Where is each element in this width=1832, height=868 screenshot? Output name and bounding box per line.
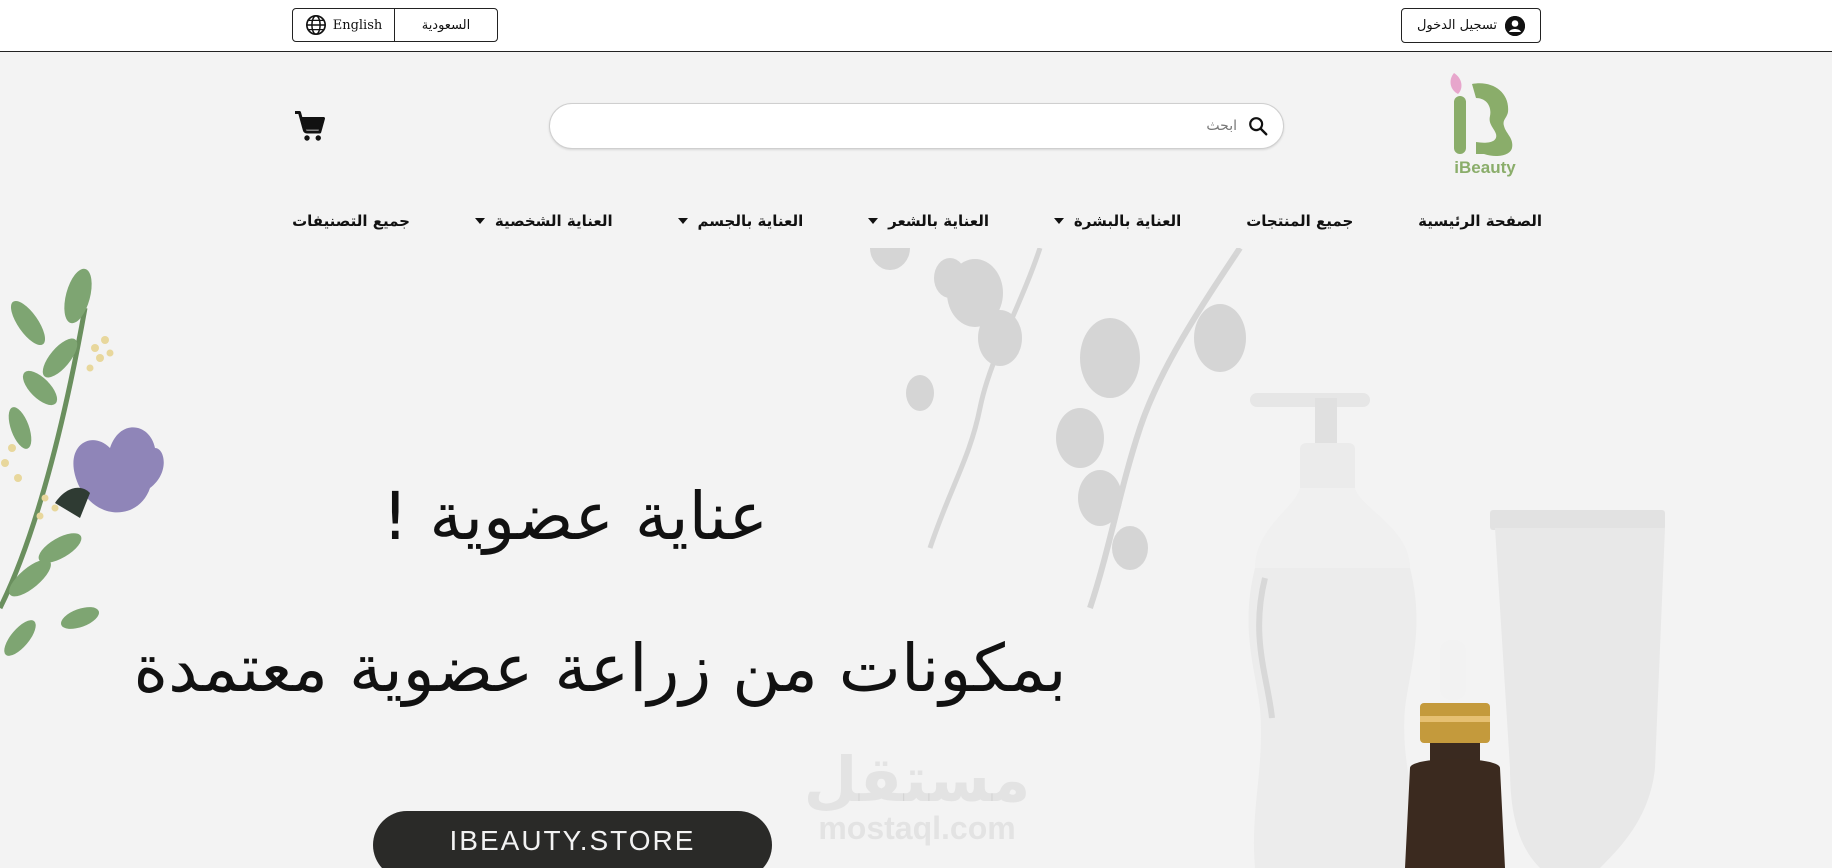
store-button[interactable]: IBEAUTY.STORE <box>373 811 772 868</box>
nav-label: جميع المنتجات <box>1246 212 1354 230</box>
watermark-arabic: مستقل <box>803 743 1031 816</box>
nav-item-body-care[interactable]: العناية بالجسم <box>677 212 804 230</box>
nav-label: الصفحة الرئيسية <box>1418 212 1542 230</box>
top-bar: English السعودية تسجيل الدخول <box>0 0 1832 52</box>
watermark-english: mostaql.com <box>818 810 1016 846</box>
nav-label: جميع التصنيفات <box>292 212 410 230</box>
caret-down-icon <box>474 218 485 224</box>
search-icon[interactable] <box>1247 115 1269 137</box>
caret-down-icon <box>1053 218 1064 224</box>
nav-item-home[interactable]: الصفحة الرئيسية <box>1418 212 1542 230</box>
nav-label: العناية الشخصية <box>494 212 613 230</box>
main-nav: الصفحة الرئيسية جميع المنتجات العناية با… <box>292 208 1542 234</box>
search-bar <box>549 103 1284 149</box>
nav-item-personal-care[interactable]: العناية الشخصية <box>474 212 613 230</box>
hero-subtitle: بمكونات من زراعة عضوية معتمدة <box>133 630 1067 707</box>
flower-decoration <box>0 268 164 656</box>
user-circle-icon <box>1505 15 1526 36</box>
nav-label: العناية بالجسم <box>697 212 804 230</box>
nav-item-all-categories[interactable]: جميع التصنيفات <box>292 212 410 230</box>
country-label: السعودية <box>421 17 471 33</box>
hero-title: عناية عضوية ! <box>381 478 769 555</box>
caret-down-icon <box>868 218 879 224</box>
cart-icon[interactable] <box>292 108 328 144</box>
language-label: English <box>332 17 383 33</box>
login-button[interactable]: تسجيل الدخول <box>1401 8 1541 43</box>
nav-item-all-products[interactable]: جميع المنتجات <box>1246 212 1353 230</box>
language-country-selector: English السعودية <box>292 8 498 42</box>
login-label: تسجيل الدخول <box>1416 18 1498 33</box>
caret-down-icon <box>677 218 688 224</box>
nav-item-hair-care[interactable]: العناية بالشعر <box>868 212 989 230</box>
nav-label: العناية بالشعر <box>888 212 990 230</box>
nav-label: العناية بالبشرة <box>1073 212 1182 230</box>
product-bottles <box>1248 393 1665 868</box>
language-button[interactable]: English <box>293 9 395 41</box>
logo-text: iBeauty <box>1454 158 1516 177</box>
branch-shadow <box>870 248 1246 609</box>
globe-icon <box>305 15 326 35</box>
search-input[interactable] <box>639 117 1239 135</box>
country-button[interactable]: السعودية <box>395 9 497 41</box>
hero-banner: عناية عضوية ! بمكونات من زراعة عضوية معت… <box>0 248 1832 868</box>
nav-item-skin-care[interactable]: العناية بالبشرة <box>1053 212 1182 230</box>
